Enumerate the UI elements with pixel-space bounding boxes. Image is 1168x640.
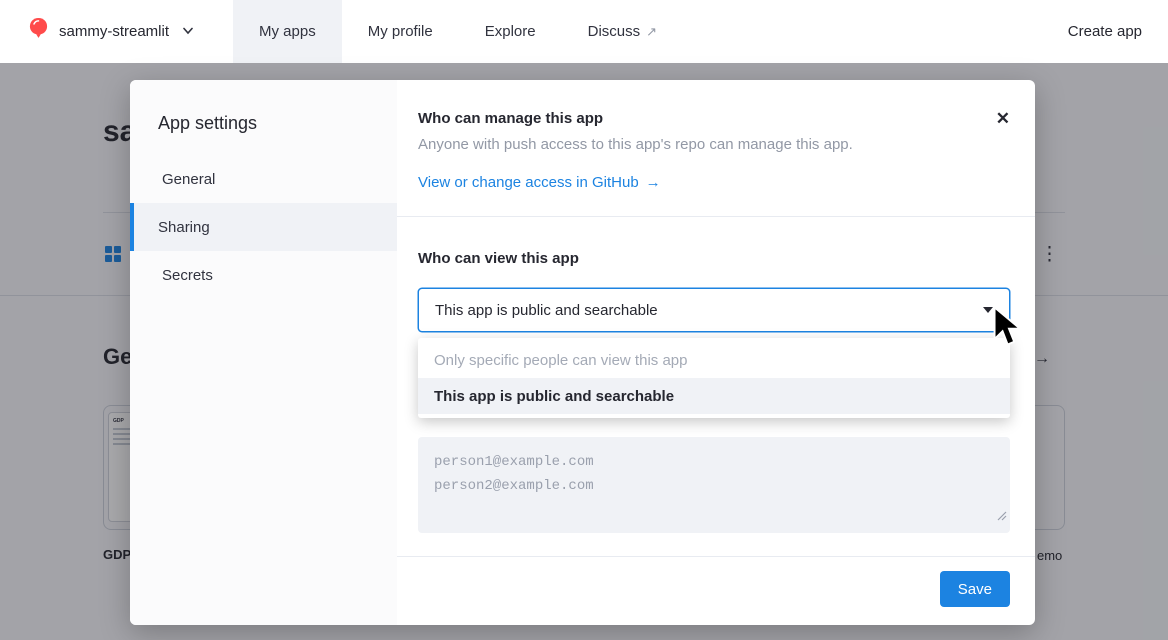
- tab-my-apps-label: My apps: [259, 23, 316, 40]
- settings-menu: General Sharing Secrets: [130, 155, 397, 299]
- tab-discuss[interactable]: Discuss ↗: [562, 0, 683, 63]
- option-specific-people-label: Only specific people can view this app: [434, 352, 687, 369]
- manage-heading: Who can manage this app: [418, 110, 1010, 127]
- email-placeholder-line: person2@example.com: [434, 474, 994, 498]
- option-public-searchable[interactable]: This app is public and searchable: [418, 378, 1010, 414]
- email-placeholder-line: person1@example.com: [434, 450, 994, 474]
- option-public-searchable-label: This app is public and searchable: [434, 388, 674, 405]
- sidebar-item-secrets-label: Secrets: [162, 267, 213, 284]
- viewer-emails-textarea[interactable]: person1@example.com person2@example.com: [418, 437, 1010, 533]
- sidebar-item-sharing-label: Sharing: [158, 219, 210, 236]
- sidebar-item-general-label: General: [162, 171, 215, 188]
- sidebar-item-sharing[interactable]: Sharing: [130, 203, 397, 251]
- save-button[interactable]: Save: [940, 571, 1010, 607]
- option-specific-people[interactable]: Only specific people can view this app: [418, 342, 1010, 378]
- visibility-dropdown: Only specific people can view this app T…: [418, 338, 1010, 418]
- github-access-link-label: View or change access in GitHub: [418, 174, 639, 191]
- tab-explore[interactable]: Explore: [459, 0, 562, 63]
- manage-description: Anyone with push access to this app's re…: [418, 136, 1010, 153]
- create-app-label: Create app: [1068, 23, 1142, 40]
- visibility-select[interactable]: This app is public and searchable: [418, 288, 1010, 332]
- workspace-switcher[interactable]: sammy-streamlit: [0, 0, 219, 63]
- visibility-select-value: This app is public and searchable: [435, 302, 658, 319]
- chevron-down-icon: [179, 23, 193, 41]
- view-section: Who can view this app This app is public…: [397, 217, 1035, 533]
- arrow-right-icon: →: [646, 174, 661, 191]
- caret-down-icon: [983, 307, 993, 313]
- resize-handle-icon[interactable]: [997, 506, 1007, 530]
- settings-content: ✕ Who can manage this app Anyone with pu…: [397, 80, 1035, 625]
- tab-discuss-label: Discuss: [588, 23, 641, 40]
- settings-title: App settings: [130, 113, 397, 134]
- tab-my-profile[interactable]: My profile: [342, 0, 459, 63]
- workspace-name: sammy-streamlit: [59, 23, 169, 40]
- manage-section: Who can manage this app Anyone with push…: [397, 80, 1035, 192]
- tab-explore-label: Explore: [485, 23, 536, 40]
- github-access-link[interactable]: View or change access in GitHub →: [418, 174, 661, 191]
- tab-my-apps[interactable]: My apps: [233, 0, 342, 63]
- nav-tabs: My apps My profile Explore Discuss ↗: [233, 0, 683, 63]
- external-link-arrow-icon: ↗: [646, 24, 657, 40]
- visibility-select-wrap: This app is public and searchable Only s…: [418, 288, 1010, 332]
- close-icon[interactable]: ✕: [996, 110, 1010, 127]
- view-heading: Who can view this app: [418, 217, 1010, 267]
- modal-footer: Save: [397, 557, 1035, 621]
- streamlit-balloon-logo-icon: [28, 17, 49, 47]
- app-settings-modal: App settings General Sharing Secrets ✕ W…: [130, 80, 1035, 625]
- create-app-button[interactable]: Create app: [1042, 0, 1168, 63]
- tab-my-profile-label: My profile: [368, 23, 433, 40]
- settings-sidebar: App settings General Sharing Secrets: [130, 80, 397, 625]
- sidebar-item-general[interactable]: General: [130, 155, 397, 203]
- sidebar-item-secrets[interactable]: Secrets: [130, 251, 397, 299]
- top-navbar: sammy-streamlit My apps My profile Explo…: [0, 0, 1168, 63]
